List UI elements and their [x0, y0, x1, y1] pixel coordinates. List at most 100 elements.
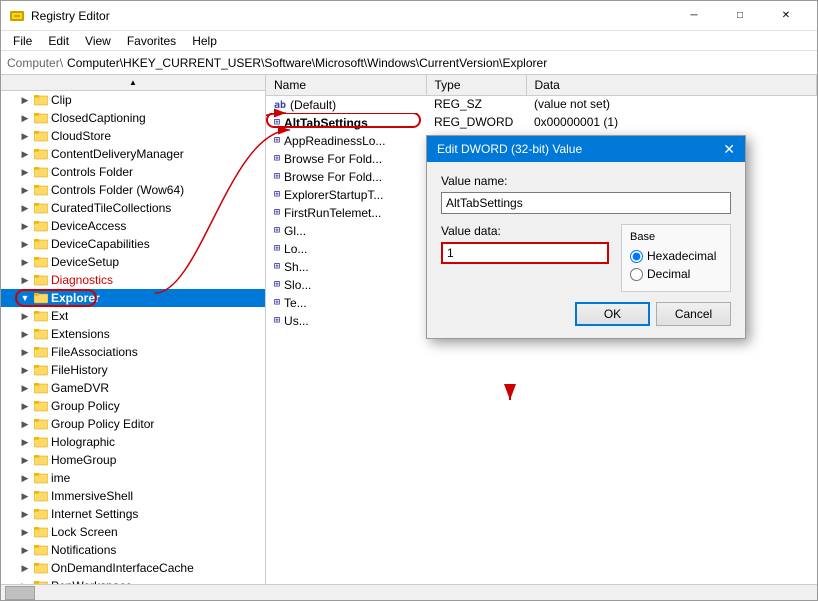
address-label: Computer\: [7, 56, 63, 70]
tree-item-controlsfolderwow64[interactable]: ▶ Controls Folder (Wow64): [1, 181, 265, 199]
expander-ime[interactable]: ▶: [17, 473, 33, 484]
tree-label-immersiveshell: ImmersiveShell: [51, 489, 133, 503]
expander-holographic[interactable]: ▶: [17, 437, 33, 448]
tree-item-diagnostics[interactable]: ▶ Diagnostics: [1, 271, 265, 289]
expander-curatedtile[interactable]: ▶: [17, 203, 33, 214]
tree-item-filehistory[interactable]: ▶ FileHistory: [1, 361, 265, 379]
expander-grouppolicyeditor[interactable]: ▶: [17, 419, 33, 430]
tree-item-grouppolicy[interactable]: ▶ Group Policy: [1, 397, 265, 415]
expander-immersiveshell[interactable]: ▶: [17, 491, 33, 502]
tree-item-curatedtile[interactable]: ▶ CuratedTileCollections: [1, 199, 265, 217]
decimal-radio[interactable]: [630, 268, 643, 281]
folder-icon-gamedvr: [33, 380, 49, 396]
cell-name: ⊞ Browse For Fold...: [266, 167, 426, 185]
folder-icon-controlsfolder: [33, 164, 49, 180]
tree-item-devicecapabilities[interactable]: ▶ DeviceCapabilities: [1, 235, 265, 253]
tree-item-homegroup[interactable]: ▶ HomeGroup: [1, 451, 265, 469]
dialog-close-button[interactable]: ✕: [723, 142, 735, 156]
tree-item-deviceaccess[interactable]: ▶ DeviceAccess: [1, 217, 265, 235]
col-data[interactable]: Data: [526, 75, 817, 95]
tree-item-controlsfolder[interactable]: ▶ Controls Folder: [1, 163, 265, 181]
scrollbar-thumb[interactable]: [5, 586, 35, 600]
tree-item-contentdelivery[interactable]: ▶ ContentDeliveryManager: [1, 145, 265, 163]
cell-name: ab (Default): [266, 95, 426, 113]
row-icon-11: ⊞ Te...: [274, 296, 307, 310]
menu-view[interactable]: View: [77, 32, 119, 50]
expander-notifications[interactable]: ▶: [17, 545, 33, 556]
tree-scroll-up[interactable]: ▲: [1, 75, 265, 91]
tree-item-explorer[interactable]: ▼ Explorer: [1, 289, 265, 307]
folder-icon-notifications: [33, 542, 49, 558]
expander-filehistory[interactable]: ▶: [17, 365, 33, 376]
tree-item-grouppolicyeditor[interactable]: ▶ Group Policy Editor: [1, 415, 265, 433]
close-button[interactable]: ✕: [763, 1, 809, 31]
tree-panel[interactable]: ▲ ▶ Clip ▶ ClosedCaptioning ▶: [1, 75, 266, 584]
tree-item-notifications[interactable]: ▶ Notifications: [1, 541, 265, 559]
expander-devicecapabilities[interactable]: ▶: [17, 239, 33, 250]
value-data-input[interactable]: [441, 242, 609, 264]
folder-icon-devicecapabilities: [33, 236, 49, 252]
tree-label-diagnostics: Diagnostics: [51, 273, 113, 287]
maximize-button[interactable]: □: [717, 1, 763, 31]
tree-item-ext[interactable]: ▶ Ext: [1, 307, 265, 325]
tree-item-ime[interactable]: ▶ ime: [1, 469, 265, 487]
expander-controlsfolder[interactable]: ▶: [17, 167, 33, 178]
tree-item-lockscreen[interactable]: ▶ Lock Screen: [1, 523, 265, 541]
tree-item-closedcaptioning[interactable]: ▶ ClosedCaptioning: [1, 109, 265, 127]
expander-deviceaccess[interactable]: ▶: [17, 221, 33, 232]
tree-item-internetsettings[interactable]: ▶ Internet Settings: [1, 505, 265, 523]
ok-button[interactable]: OK: [575, 302, 650, 326]
expander-internetsettings[interactable]: ▶: [17, 509, 33, 520]
expander-homegroup[interactable]: ▶: [17, 455, 33, 466]
minimize-button[interactable]: ─: [671, 1, 717, 31]
folder-icon-holographic: [33, 434, 49, 450]
address-path[interactable]: Computer\HKEY_CURRENT_USER\Software\Micr…: [67, 56, 547, 70]
tree-item-ondemandinterfacecache[interactable]: ▶ OnDemandInterfaceCache: [1, 559, 265, 577]
row-icon-7: ⊞ Gl...: [274, 224, 306, 238]
horizontal-scrollbar[interactable]: [1, 584, 817, 600]
expander-clip[interactable]: ▶: [17, 95, 33, 106]
tree-item-penworkspace[interactable]: ▶ PenWorkspace: [1, 577, 265, 584]
tree-item-gamedvr[interactable]: ▶ GameDVR: [1, 379, 265, 397]
hexadecimal-radio[interactable]: [630, 250, 643, 263]
expander-explorer[interactable]: ▼: [17, 293, 33, 303]
menu-help[interactable]: Help: [184, 32, 225, 50]
expander-diagnostics[interactable]: ▶: [17, 275, 33, 286]
col-name[interactable]: Name: [266, 75, 426, 95]
menu-edit[interactable]: Edit: [40, 32, 77, 50]
folder-icon-ext: [33, 308, 49, 324]
expander-cloudstore[interactable]: ▶: [17, 131, 33, 142]
tree-item-fileassociations[interactable]: ▶ FileAssociations: [1, 343, 265, 361]
tree-item-devicesetup[interactable]: ▶ DeviceSetup: [1, 253, 265, 271]
cell-name: ⊞ Slo...: [266, 275, 426, 293]
expander-controlsfolderwow64[interactable]: ▶: [17, 185, 33, 196]
expander-fileassociations[interactable]: ▶: [17, 347, 33, 358]
menu-file[interactable]: File: [5, 32, 40, 50]
expander-ondemandinterfacecache[interactable]: ▶: [17, 563, 33, 574]
tree-label-deviceaccess: DeviceAccess: [51, 219, 126, 233]
tree-item-immersiveshell[interactable]: ▶ ImmersiveShell: [1, 487, 265, 505]
dialog-buttons: OK Cancel: [441, 302, 731, 326]
table-row[interactable]: ⊞ AltTabSettings REG_DWORD 0x00000001 (1…: [266, 113, 817, 131]
expander-extensions[interactable]: ▶: [17, 329, 33, 340]
expander-closedcaptioning[interactable]: ▶: [17, 113, 33, 124]
expander-lockscreen[interactable]: ▶: [17, 527, 33, 538]
tree-label-contentdelivery: ContentDeliveryManager: [51, 147, 184, 161]
tree-item-cloudstore[interactable]: ▶ CloudStore: [1, 127, 265, 145]
col-type[interactable]: Type: [426, 75, 526, 95]
tree-label-devicesetup: DeviceSetup: [51, 255, 119, 269]
expander-ext[interactable]: ▶: [17, 311, 33, 322]
value-name-input[interactable]: [441, 192, 731, 214]
expander-grouppolicy[interactable]: ▶: [17, 401, 33, 412]
tree-label-explorer: Explorer: [51, 291, 100, 305]
cell-name: ⊞ AppReadinessLo...: [266, 131, 426, 149]
cancel-button[interactable]: Cancel: [656, 302, 731, 326]
tree-item-clip[interactable]: ▶ Clip: [1, 91, 265, 109]
table-row[interactable]: ab (Default) REG_SZ (value not set): [266, 95, 817, 113]
expander-devicesetup[interactable]: ▶: [17, 257, 33, 268]
menu-favorites[interactable]: Favorites: [119, 32, 184, 50]
tree-item-extensions[interactable]: ▶ Extensions: [1, 325, 265, 343]
expander-gamedvr[interactable]: ▶: [17, 383, 33, 394]
expander-contentdelivery[interactable]: ▶: [17, 149, 33, 160]
tree-item-holographic[interactable]: ▶ Holographic: [1, 433, 265, 451]
